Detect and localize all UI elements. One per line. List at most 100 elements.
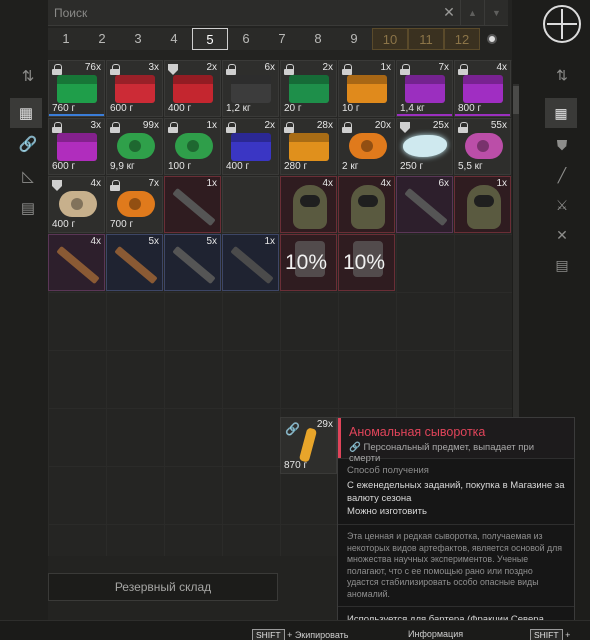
item-quantity: 25x [432, 120, 449, 131]
hint-info: Информация [408, 629, 463, 639]
inventory-item[interactable]: 10% [280, 234, 337, 291]
inventory-item[interactable]: 2x 400 г [222, 118, 279, 175]
inventory-item[interactable]: 6x [396, 176, 453, 233]
page-tab-1[interactable]: 1 [48, 28, 84, 50]
reserve-storage-tab[interactable]: Резервный склад [48, 573, 278, 601]
inventory-item[interactable]: 5x [106, 234, 163, 291]
lock-icon [226, 122, 236, 133]
material-roll-image [59, 191, 97, 217]
shield-icon [400, 122, 410, 133]
inventory-item[interactable]: 4x 400 г [48, 176, 105, 233]
page-tab-5[interactable]: 5 [192, 28, 228, 50]
inventory-item[interactable]: 10% [338, 234, 395, 291]
archive-icon[interactable]: ▤ [549, 252, 575, 278]
item-description: Эта ценная и редкая сыворотка, получаема… [347, 531, 563, 599]
inventory-item[interactable]: 4x [280, 176, 337, 233]
selected-item-cell[interactable]: 🔗 29x 870 г [280, 417, 337, 474]
sort-icon[interactable]: ⇅ [14, 62, 42, 90]
container-image [405, 75, 445, 103]
inventory-item[interactable]: 28x 280 г [280, 118, 337, 175]
container-image [57, 133, 97, 161]
inventory-item[interactable]: 2x 400 г [164, 60, 221, 117]
search-bar: ✕ ▲ ▼ [48, 0, 508, 26]
item-quantity: 1x [206, 178, 217, 189]
rifle-icon[interactable]: ╱ [549, 162, 575, 188]
inventory-item[interactable]: 55x 5,5 кг [454, 118, 511, 175]
container-image [231, 133, 271, 161]
page-tab-8[interactable]: 8 [300, 28, 336, 50]
arrow-up-icon[interactable]: ▲ [460, 0, 484, 26]
inventory-item[interactable]: 2x 20 г [280, 60, 337, 117]
shift-key: SHIFT [530, 629, 563, 640]
page-options[interactable] [480, 28, 504, 50]
item-quantity: 6x [264, 62, 275, 73]
container-image [289, 133, 329, 161]
ruler-icon[interactable]: ◺ [14, 162, 42, 190]
page-tab-9[interactable]: 9 [336, 28, 372, 50]
description-section: Эта ценная и редкая сыворотка, получаема… [338, 524, 574, 606]
inventory-item[interactable]: 4x 800 г [454, 60, 511, 117]
page-tab-4[interactable]: 4 [156, 28, 192, 50]
left-panel-bg [0, 0, 48, 640]
item-quantity: 2x [264, 120, 275, 131]
condition-percent: 10% [343, 251, 386, 274]
inventory-item[interactable]: 1x [164, 176, 221, 233]
lock-icon [284, 122, 294, 133]
page-tab-11[interactable]: 11 [408, 28, 444, 50]
lock-icon [168, 122, 178, 133]
hint-equip-label: Экипировать [294, 630, 349, 640]
page-tab-3[interactable]: 3 [120, 28, 156, 50]
item-quantity: 3x [148, 62, 159, 73]
page-tab-10[interactable]: 10 [372, 28, 408, 50]
grid-view-icon[interactable]: ▦ [545, 98, 577, 128]
inventory-item[interactable]: 25x 250 г [396, 118, 453, 175]
inventory-item[interactable]: 1x [454, 176, 511, 233]
inventory-item[interactable]: 3x 600 г [106, 60, 163, 117]
item-quantity: 1x [206, 120, 217, 131]
inventory-item[interactable]: 1x 100 г [164, 118, 221, 175]
rarity-bar [455, 114, 510, 116]
knife-icon[interactable]: ⚔ [549, 192, 575, 218]
item-quantity: 4x [90, 236, 101, 247]
inventory-item[interactable]: 20x 2 кг [338, 118, 395, 175]
item-quantity: 76x [84, 62, 101, 73]
obtain-section: Способ получения С еженедельных заданий,… [338, 458, 574, 524]
tooltip-header: Аномальная сыворотка 🔗 Персональный пред… [338, 418, 574, 464]
clear-icon[interactable]: ✕ [438, 4, 460, 21]
inventory-item[interactable]: 1x 10 г [338, 60, 395, 117]
search-input[interactable] [48, 0, 438, 25]
sort-icon[interactable]: ⇅ [549, 62, 575, 88]
inventory-item[interactable]: 4x [338, 176, 395, 233]
lock-icon [110, 122, 120, 133]
inventory-item[interactable]: 6x 1,2 кг [222, 60, 279, 117]
inventory-item[interactable]: 7x 1,4 кг [396, 60, 453, 117]
scrollbar-thumb[interactable] [513, 86, 519, 114]
item-weight: 9,9 кг [110, 161, 135, 172]
item-weight: 870 г [284, 460, 308, 471]
inventory-item[interactable]: 1x [222, 234, 279, 291]
link-icon: 🔗 [349, 442, 361, 453]
shift-key: SHIFT [252, 629, 285, 640]
inventory-item[interactable]: 5x [164, 234, 221, 291]
item-quantity: 1x [380, 62, 391, 73]
tools-icon[interactable]: ✕ [549, 222, 575, 248]
link-icon[interactable]: 🔗 [14, 130, 42, 158]
container-image [463, 75, 503, 103]
item-quantity: 99x [142, 120, 159, 131]
page-tab-12[interactable]: 12 [444, 28, 480, 50]
page-tab-7[interactable]: 7 [264, 28, 300, 50]
archive-icon[interactable]: ▤ [14, 194, 42, 222]
page-tab-6[interactable]: 6 [228, 28, 264, 50]
inventory-item[interactable]: 76x 760 г [48, 60, 105, 117]
page-tab-2[interactable]: 2 [84, 28, 120, 50]
item-quantity: 3x [90, 120, 101, 131]
inventory-item[interactable]: 99x 9,9 кг [106, 118, 163, 175]
arrow-down-icon[interactable]: ▼ [484, 0, 508, 26]
grid-view-icon[interactable]: ▦ [10, 98, 42, 128]
inventory-item[interactable]: 3x 600 г [48, 118, 105, 175]
armor-icon[interactable]: ⛊ [549, 132, 575, 158]
inventory-item[interactable]: 7x 700 г [106, 176, 163, 233]
item-quantity: 7x [438, 62, 449, 73]
container-image [173, 75, 213, 103]
inventory-item[interactable]: 4x [48, 234, 105, 291]
